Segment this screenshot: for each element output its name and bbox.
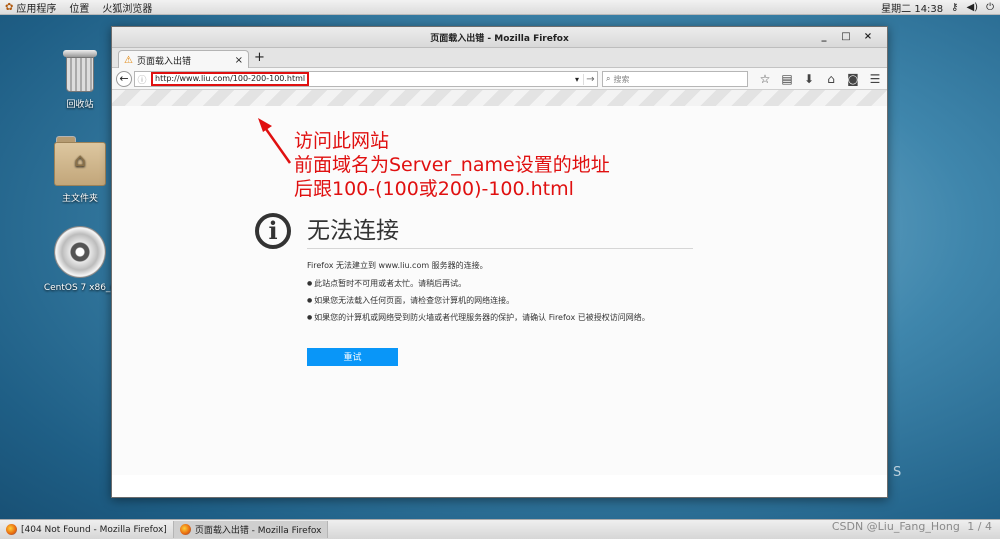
annotation-line-1: 访问此网站: [294, 130, 390, 152]
tab-close-button[interactable]: ×: [235, 55, 243, 66]
task-404-firefox[interactable]: [404 Not Found - Mozilla Firefox]: [0, 521, 174, 538]
wallpaper-letter: S: [893, 465, 902, 480]
list-item: 如果您无法载入任何页面，请检查您计算机的网络连接。: [307, 295, 650, 312]
annotation-line-2: 前面域名为Server_name设置的地址: [294, 154, 610, 176]
divider: [307, 248, 693, 249]
close-window-button[interactable]: ×: [857, 31, 879, 42]
tab-label: 页面载入出错: [136, 56, 191, 67]
page-content: 访问此网站 前面域名为Server_name设置的地址 后跟100-(100或2…: [112, 106, 887, 475]
volume-icon[interactable]: ◀): [966, 2, 978, 13]
watermark-text: CSDN @Liu_Fang_Hong: [831, 520, 960, 533]
list-item: 如果您的计算机或网络受到防火墙或者代理服务器的保护，请确认 Firefox 已被…: [307, 312, 650, 329]
clock[interactable]: 星期二 14:38: [881, 0, 943, 15]
warning-icon: ⚠: [124, 54, 133, 66]
status-area: 星期二 14:38 ⚷ ◀) ⏻: [873, 0, 1000, 15]
applications-menu[interactable]: ✿ 应用程序: [0, 0, 64, 15]
workspace-pager[interactable]: 1 / 4: [967, 520, 992, 533]
trash-icon: [63, 48, 97, 92]
firefox-icon: [179, 524, 191, 535]
new-tab-button[interactable]: +: [254, 50, 265, 65]
desktop-icon-trash[interactable]: 回收站: [40, 48, 120, 110]
annotation-arrow: [258, 118, 292, 164]
tab-strip: ⚠ 页面载入出错 × +: [112, 48, 887, 69]
info-icon: i: [255, 213, 291, 249]
task-label: 页面载入出错 - Mozilla Firefox: [194, 526, 322, 536]
applications-menu-label: 应用程序: [16, 3, 57, 15]
window-titlebar[interactable]: 页面载入出错 - Mozilla Firefox _ □ ×: [112, 27, 887, 48]
window-controls: _ □ ×: [813, 31, 879, 42]
browser-menu[interactable]: 火狐浏览器: [97, 0, 160, 15]
top-panel: ✿ 应用程序 位置 火狐浏览器 星期二 14:38 ⚷ ◀) ⏻: [0, 0, 1000, 15]
watermark: CSDN @Liu_Fang_Hong 1 / 4: [832, 520, 992, 533]
annotation-line-3: 后跟100-(100或200)-100.html: [294, 178, 574, 200]
desktop-icon-cdrom[interactable]: CentOS 7 x86_6: [40, 226, 120, 293]
desktop-icon-home-folder[interactable]: ⌂ 主文件夹: [40, 136, 120, 204]
desktop-icon-label: 主文件夹: [61, 194, 98, 204]
home-folder-icon: ⌂: [54, 136, 106, 186]
task-label: [404 Not Found - Mozilla Firefox]: [21, 524, 167, 535]
network-icon[interactable]: ⚷: [951, 2, 958, 13]
desktop-icon-label: CentOS 7 x86_6: [43, 283, 117, 293]
power-icon[interactable]: ⏻: [986, 2, 994, 13]
window-title: 页面载入出错 - Mozilla Firefox: [430, 33, 569, 44]
list-item: 此站点暂时不可用或者太忙。请稍后再试。: [307, 278, 650, 295]
annotation-text: 访问此网站 前面域名为Server_name设置的地址 后跟100-(100或2…: [294, 129, 610, 201]
error-description: Firefox 无法建立到 www.liu.com 服务器的连接。: [307, 261, 488, 270]
firefox-window: 页面载入出错 - Mozilla Firefox _ □ × ⚠ 页面载入出错 …: [111, 26, 888, 498]
page-title: 无法连接: [307, 218, 399, 244]
desktop-icon-label: 回收站: [66, 100, 94, 110]
cdrom-icon: [54, 226, 106, 278]
applications-icon: ✿: [5, 1, 14, 13]
maximize-button[interactable]: □: [835, 31, 857, 42]
retry-button[interactable]: 重试: [307, 348, 398, 366]
error-suggestions: 此站点暂时不可用或者太忙。请稍后再试。 如果您无法载入任何页面，请检查您计算机的…: [307, 278, 650, 329]
places-menu[interactable]: 位置: [64, 0, 97, 15]
minimize-button[interactable]: _: [813, 31, 835, 42]
task-page-load-error[interactable]: 页面载入出错 - Mozilla Firefox: [173, 521, 329, 538]
places-menu-label: 位置: [69, 3, 90, 15]
browser-menu-label: 火狐浏览器: [102, 3, 153, 15]
firefox-icon: [6, 524, 17, 535]
